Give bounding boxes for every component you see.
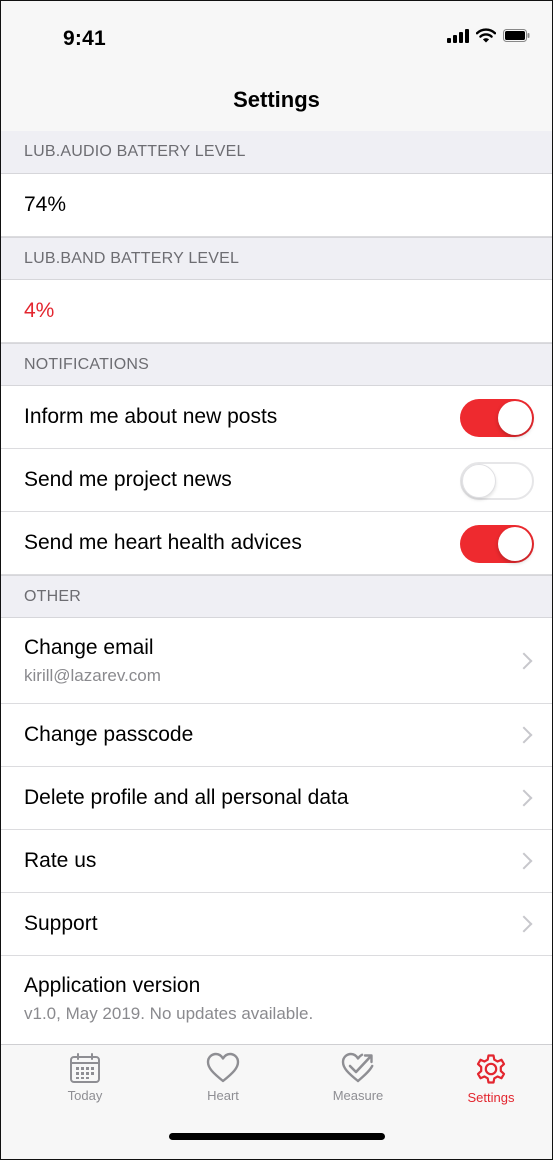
notification-row-heart-advices: Send me heart health advices — [1, 512, 552, 575]
section-header-audio-battery: LUB.AUDIO BATTERY LEVEL — [1, 131, 552, 174]
notification-row-project-news: Send me project news — [1, 449, 552, 512]
chevron-right-icon — [515, 789, 533, 807]
rate-us-row[interactable]: Rate us — [1, 830, 552, 893]
change-passcode-row[interactable]: Change passcode — [1, 704, 552, 767]
chevron-right-icon — [515, 726, 533, 744]
calendar-icon — [70, 1053, 100, 1083]
tab-heart[interactable]: Heart — [173, 1051, 273, 1103]
tab-settings[interactable]: Settings — [441, 1051, 541, 1105]
tab-label: Today — [67, 1088, 103, 1103]
audio-battery-row: 74% — [1, 174, 552, 237]
section-header-band-battery: LUB.BAND BATTERY LEVEL — [1, 237, 552, 280]
wifi-icon — [476, 28, 496, 43]
band-battery-value: 4% — [24, 299, 55, 322]
status-bar: 9:41 — [1, 1, 552, 79]
status-icons — [447, 28, 530, 43]
heart-advices-toggle[interactable] — [460, 525, 534, 563]
settings-list: LUB.AUDIO BATTERY LEVEL 74% LUB.BAND BAT… — [1, 131, 552, 1042]
battery-icon — [503, 29, 530, 42]
current-email-value: kirill@lazarev.com — [24, 665, 161, 685]
change-email-row[interactable]: Change email kirill@lazarev.com — [1, 618, 552, 704]
home-indicator — [169, 1133, 385, 1140]
section-header-other: OTHER — [1, 575, 552, 618]
delete-profile-label: Delete profile and all personal data — [24, 786, 349, 809]
toggle-knob — [498, 401, 532, 435]
heart-icon — [206, 1052, 240, 1083]
heart-check-icon — [341, 1052, 374, 1083]
support-row[interactable]: Support — [1, 893, 552, 956]
cellular-signal-icon — [447, 28, 469, 43]
change-email-label: Change email — [24, 635, 154, 659]
rate-us-label: Rate us — [24, 849, 97, 872]
app-version-value: v1.0, May 2019. No updates available. — [24, 1004, 314, 1023]
notification-label: Inform me about new posts — [24, 405, 278, 428]
app-version-row: Application version v1.0, May 2019. No u… — [1, 956, 552, 1042]
new-posts-toggle[interactable] — [460, 399, 534, 437]
tab-label: Settings — [467, 1090, 515, 1105]
tab-label: Measure — [332, 1088, 384, 1103]
toggle-knob — [462, 464, 496, 498]
phone-screen: 9:41 Settings LUB.AUDIO BATTERY LEVEL 74… — [0, 0, 553, 1160]
tab-bar: Today Heart Measure Settings — [1, 1044, 552, 1159]
change-passcode-label: Change passcode — [24, 723, 194, 746]
chevron-right-icon — [515, 915, 533, 933]
notification-label: Send me project news — [24, 468, 232, 491]
gear-icon — [476, 1054, 506, 1084]
app-version-label: Application version — [24, 974, 201, 997]
tab-today[interactable]: Today — [35, 1051, 135, 1103]
toggle-knob — [498, 527, 532, 561]
chevron-right-icon — [515, 852, 533, 870]
navigation-bar: Settings — [1, 79, 552, 131]
audio-battery-value: 74% — [24, 193, 67, 216]
status-time: 9:41 — [63, 27, 106, 50]
delete-profile-row[interactable]: Delete profile and all personal data — [1, 767, 552, 830]
tab-label: Heart — [207, 1088, 239, 1103]
support-label: Support — [24, 912, 98, 935]
project-news-toggle[interactable] — [460, 462, 534, 500]
band-battery-row: 4% — [1, 280, 552, 343]
section-header-notifications: NOTIFICATIONS — [1, 343, 552, 386]
page-title: Settings — [233, 87, 320, 112]
notification-row-new-posts: Inform me about new posts — [1, 386, 552, 449]
notification-label: Send me heart health advices — [24, 531, 302, 554]
chevron-right-icon — [515, 652, 533, 669]
tab-measure[interactable]: Measure — [308, 1051, 408, 1103]
